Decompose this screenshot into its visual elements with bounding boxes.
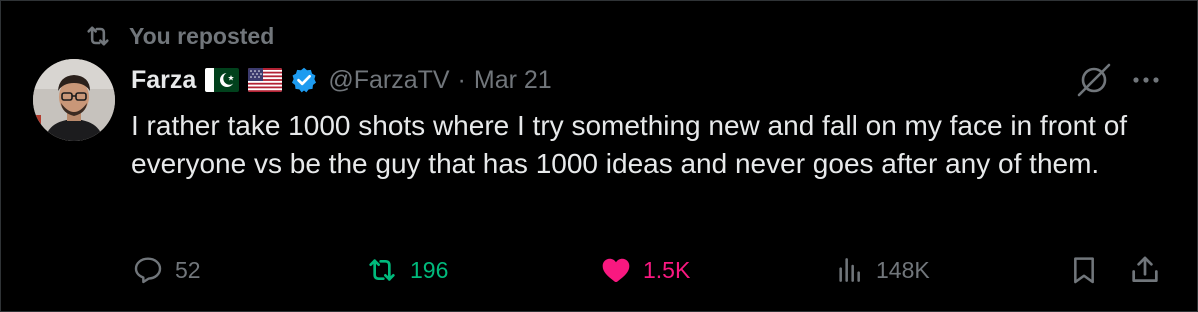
reply-count: 52: [175, 256, 201, 283]
repost-banner-label: You reposted: [129, 22, 275, 49]
repost-icon: [87, 26, 109, 46]
like-count: 1.5K: [643, 256, 691, 283]
avatar[interactable]: [33, 59, 115, 141]
tweet-date[interactable]: Mar 21: [474, 66, 552, 95]
repost-icon: [369, 259, 395, 281]
repost-button[interactable]: 196: [364, 249, 448, 291]
bookmark-icon: [1074, 257, 1094, 284]
usa-flag-icon: [248, 68, 283, 92]
views-count: 148K: [876, 256, 930, 283]
avatar-photo: [33, 59, 115, 141]
like-button[interactable]: 1.5K: [599, 249, 690, 291]
action-bar: 52 196 1.5K 148K: [1, 249, 1198, 291]
reply-icon: [134, 257, 162, 284]
heart-icon: [602, 258, 630, 282]
verified-badge-icon[interactable]: [290, 66, 318, 94]
reply-button[interactable]: 52: [131, 249, 201, 291]
more-options-icon[interactable]: [1129, 71, 1163, 89]
views-icon: [839, 258, 860, 282]
bookmark-button[interactable]: [1068, 249, 1110, 291]
share-icon: [1132, 256, 1158, 282]
repost-count: 196: [410, 256, 449, 283]
grok-icon[interactable]: [1074, 62, 1114, 98]
author-name[interactable]: Farza: [131, 66, 196, 95]
repost-banner[interactable]: You reposted: [81, 21, 274, 51]
tweet-card[interactable]: You reposted Farza @FarzaTV · Mar 21 I r…: [0, 0, 1198, 312]
author-handle[interactable]: @FarzaTV: [328, 66, 449, 95]
views-button[interactable]: 148K: [834, 249, 930, 291]
share-button[interactable]: [1128, 249, 1172, 291]
tweet-text: I rather take 1000 shots where I try som…: [131, 110, 1128, 179]
tweet-header: Farza @FarzaTV · Mar 21: [131, 61, 552, 99]
header-separator: ·: [457, 65, 466, 94]
pakistan-flag-icon: [205, 68, 240, 92]
